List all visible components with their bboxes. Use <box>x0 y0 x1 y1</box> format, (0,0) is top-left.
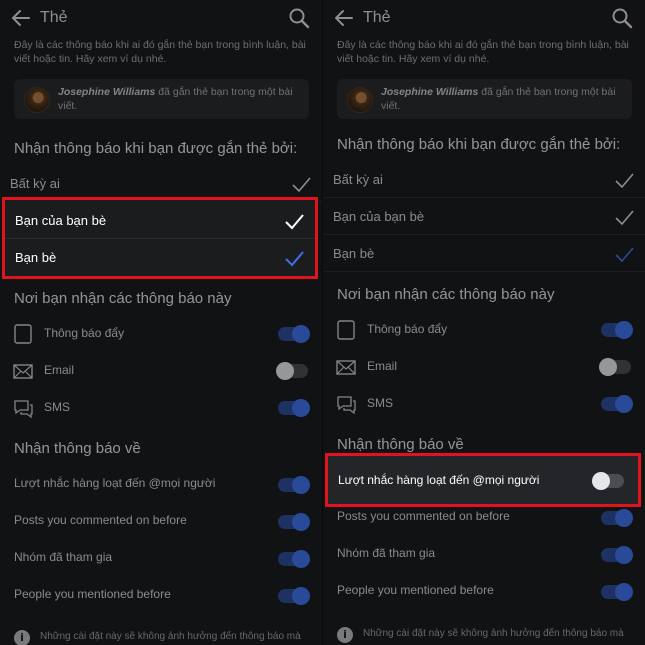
back-arrow-icon[interactable] <box>10 7 32 29</box>
option-label: Bạn của bạn bè <box>333 209 425 224</box>
checkmark-icon <box>292 177 311 193</box>
channel-label: Thông báo đẩy <box>44 326 125 340</box>
joined-groups-toggle[interactable] <box>278 550 310 568</box>
info-icon: i <box>337 627 353 643</box>
notify-mass-mention[interactable]: Lượt nhắc hàng loạt đến @mọi người <box>0 467 322 501</box>
notify-label: Posts you commented on before <box>14 513 187 527</box>
mentioned-people-toggle[interactable] <box>601 583 633 601</box>
channels-heading: Nơi bạn nhận các thông báo này <box>14 290 232 307</box>
notify-label: Posts you commented on before <box>337 509 510 523</box>
footer-note: i Những cài đặt này sẽ không ảnh hưởng đ… <box>337 624 633 643</box>
phone-icon <box>337 320 355 340</box>
info-icon: i <box>14 630 30 645</box>
intro-text: Đây là các thông báo khi ai đó gắn thẻ b… <box>14 39 306 65</box>
checkmark-icon <box>615 173 634 189</box>
top-bar: Thẻ <box>0 0 322 36</box>
checkmark-icon <box>285 214 304 230</box>
settings-panel-right: Thẻ Đây là các thông báo khi ai đó gắn t… <box>323 0 645 645</box>
option-anyone[interactable]: Bất kỳ ai <box>323 161 645 198</box>
channels-heading: Nơi bạn nhận các thông báo này <box>337 286 555 303</box>
email-toggle[interactable] <box>276 362 308 380</box>
option-friends[interactable]: Bạn bè <box>323 235 645 272</box>
sms-toggle[interactable] <box>601 395 633 413</box>
push-toggle[interactable] <box>601 321 633 339</box>
page-title: Thẻ <box>363 9 391 26</box>
notify-label: Nhóm đã tham gia <box>337 546 436 560</box>
phone-icon <box>14 324 32 344</box>
channel-email[interactable]: Email <box>0 354 322 388</box>
footer-text: Những cài đặt này sẽ không ảnh hưởng đến… <box>40 631 301 642</box>
notify-label: Lượt nhắc hàng loạt đến @mọi người <box>14 476 216 490</box>
sms-toggle[interactable] <box>278 399 310 417</box>
commented-posts-toggle[interactable] <box>601 509 633 527</box>
option-label: Bạn bè <box>15 250 57 265</box>
option-label: Bất kỳ ai <box>10 176 60 191</box>
notify-label: People you mentioned before <box>337 583 494 597</box>
channel-push[interactable]: Thông báo đẩy <box>323 313 645 347</box>
notify-joined-groups[interactable]: Nhóm đã tham gia <box>0 541 322 575</box>
channel-label: Email <box>44 363 75 377</box>
checkmark-icon <box>615 247 634 263</box>
mass-mention-toggle[interactable] <box>592 472 624 490</box>
back-arrow-icon[interactable] <box>333 7 355 29</box>
notify-commented-posts[interactable]: Posts you commented on before <box>0 504 322 538</box>
avatar <box>24 87 50 113</box>
example-name: Josephine Williams <box>381 86 479 98</box>
notify-label: People you mentioned before <box>14 587 171 601</box>
notify-joined-groups[interactable]: Nhóm đã tham gia <box>323 537 645 571</box>
option-friends-of-friends[interactable]: Bạn của bạn bè <box>5 202 315 239</box>
chat-bubble-icon <box>14 400 33 419</box>
channel-email[interactable]: Email <box>323 350 645 384</box>
channel-label: Thông báo đẩy <box>367 322 448 336</box>
example-name: Josephine Williams <box>58 86 156 98</box>
notify-about-heading: Nhận thông báo về <box>337 436 464 453</box>
settings-panel-left: Thẻ Đây là các thông báo khi ai đó gắn t… <box>0 0 322 645</box>
chat-bubble-icon <box>337 396 356 415</box>
notify-label: Nhóm đã tham gia <box>14 550 113 564</box>
notify-about-heading: Nhận thông báo về <box>14 440 141 457</box>
search-icon[interactable] <box>611 7 633 29</box>
joined-groups-toggle[interactable] <box>601 546 633 564</box>
footer-note: i Những cài đặt này sẽ không ảnh hưởng đ… <box>14 627 310 645</box>
notify-label: Lượt nhắc hàng loạt đến @mọi người <box>338 473 540 487</box>
channel-label: SMS <box>44 400 71 414</box>
notify-mentioned-people[interactable]: People you mentioned before <box>323 574 645 608</box>
avatar <box>347 87 373 113</box>
option-friends[interactable]: Bạn bè <box>5 239 315 276</box>
channel-label: Email <box>367 359 398 373</box>
footer-text: Những cài đặt này sẽ không ảnh hưởng đến… <box>363 628 624 639</box>
notify-mass-mention-highlighted[interactable]: Lượt nhắc hàng loạt đến @mọi người <box>325 453 641 507</box>
channel-label: SMS <box>367 396 394 410</box>
channel-push[interactable]: Thông báo đẩy <box>0 317 322 351</box>
channel-sms[interactable]: SMS <box>0 391 322 425</box>
email-toggle[interactable] <box>599 358 631 376</box>
envelope-icon <box>336 360 356 375</box>
tagged-by-heading: Nhận thông báo khi bạn được gắn thẻ bởi: <box>337 136 621 153</box>
option-label: Bạn của bạn bè <box>15 213 107 228</box>
commented-posts-toggle[interactable] <box>278 513 310 531</box>
channel-sms[interactable]: SMS <box>323 387 645 421</box>
notify-mentioned-people[interactable]: People you mentioned before <box>0 578 322 612</box>
example-notification: Josephine Williams đã gắn thẻ bạn trong … <box>337 79 632 119</box>
page-title: Thẻ <box>40 9 68 26</box>
intro-text: Đây là các thông báo khi ai đó gắn thẻ b… <box>337 39 629 65</box>
checkmark-icon <box>285 251 304 267</box>
option-label: Bạn bè <box>333 246 375 261</box>
option-label: Bất kỳ ai <box>333 172 383 187</box>
mentioned-people-toggle[interactable] <box>278 587 310 605</box>
envelope-icon <box>13 364 33 379</box>
top-bar: Thẻ <box>323 0 645 36</box>
push-toggle[interactable] <box>278 325 310 343</box>
mass-mention-toggle[interactable] <box>278 476 310 494</box>
checkmark-icon <box>615 210 634 226</box>
tagged-by-heading: Nhận thông báo khi bạn được gắn thẻ bởi: <box>14 140 298 157</box>
example-notification: Josephine Williams đã gắn thẻ bạn trong … <box>14 79 309 119</box>
search-icon[interactable] <box>288 7 310 29</box>
option-friends-of-friends[interactable]: Bạn của bạn bè <box>323 198 645 235</box>
highlighted-options-box: Bạn của bạn bè Bạn bè <box>2 197 318 279</box>
